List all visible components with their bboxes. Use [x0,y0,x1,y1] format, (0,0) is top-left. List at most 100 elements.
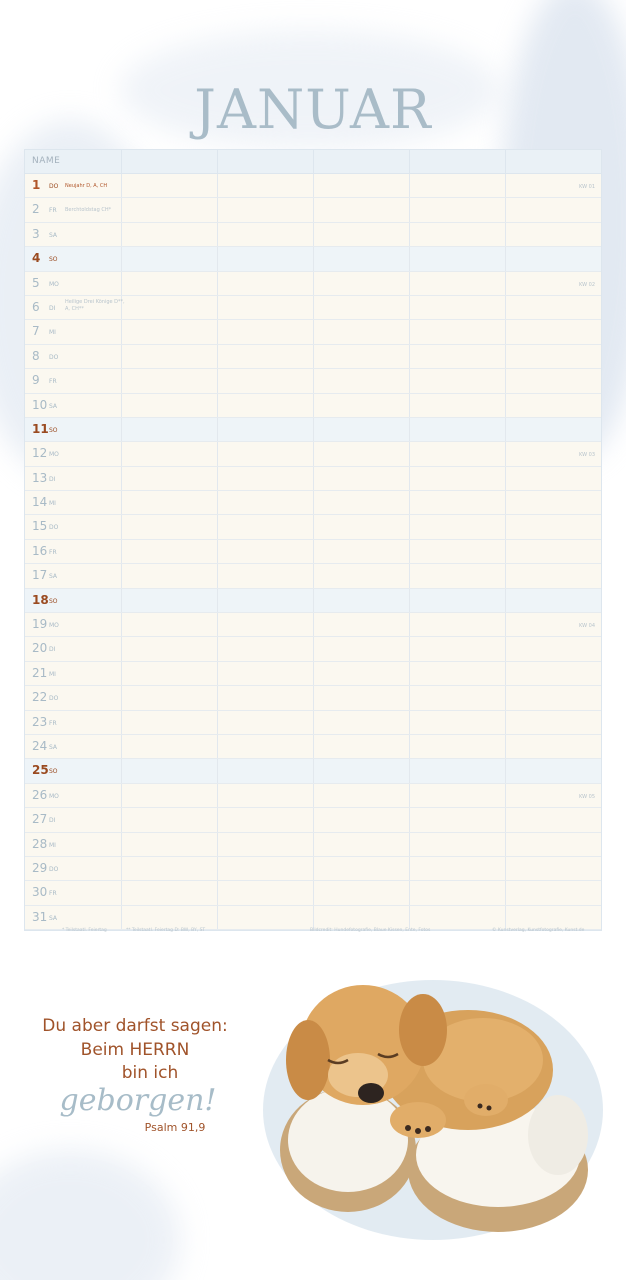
entry-cell[interactable] [313,808,409,832]
entry-cell[interactable] [217,369,313,393]
entry-cell[interactable] [217,637,313,661]
entry-cell[interactable] [409,637,505,661]
entry-cell[interactable] [505,417,601,442]
entry-cell[interactable] [217,686,313,710]
entry-cell[interactable] [313,759,409,783]
entry-cell[interactable] [217,295,313,320]
entry-cell[interactable] [217,417,313,442]
entry-cell[interactable] [409,808,505,832]
entry-cell[interactable] [409,686,505,710]
entry-cell[interactable] [121,271,217,295]
entry-cell[interactable] [409,759,505,783]
name-column[interactable] [313,150,409,173]
entry-cell[interactable] [505,247,601,271]
entry-cell[interactable] [121,344,217,369]
entry-cell[interactable] [505,808,601,832]
entry-cell[interactable] [217,271,313,295]
entry-cell[interactable] [505,686,601,710]
entry-cell[interactable] [505,710,601,734]
entry-cell[interactable] [313,466,409,491]
entry-cell[interactable] [217,198,313,222]
entry-cell[interactable] [505,856,601,881]
entry-cell[interactable] [121,393,217,417]
entry-cell[interactable] [505,198,601,222]
entry-cell[interactable] [409,247,505,271]
entry-cell[interactable] [217,710,313,734]
entry-cell[interactable] [313,539,409,564]
entry-cell[interactable] [121,247,217,271]
entry-cell[interactable] [409,832,505,856]
entry-cell[interactable] [313,295,409,320]
entry-cell[interactable] [121,539,217,564]
entry-cell[interactable] [505,222,601,247]
entry-cell[interactable] [313,613,409,637]
entry-cell[interactable] [121,856,217,881]
entry-cell[interactable] [313,856,409,881]
entry-cell[interactable] [409,198,505,222]
entry-cell[interactable] [217,905,313,930]
entry-cell[interactable] [121,808,217,832]
entry-cell[interactable] [121,174,217,198]
entry-cell[interactable] [409,710,505,734]
entry-cell[interactable] [121,222,217,247]
entry-cell[interactable] [409,393,505,417]
entry-cell[interactable] [121,442,217,466]
entry-cell[interactable] [313,661,409,686]
entry-cell[interactable] [121,198,217,222]
entry-cell[interactable] [505,491,601,515]
entry-cell[interactable] [409,661,505,686]
entry-cell[interactable] [313,393,409,417]
entry-cell[interactable] [217,856,313,881]
entry-cell[interactable] [121,515,217,539]
entry-cell[interactable] [409,783,505,808]
entry-cell[interactable] [409,320,505,344]
entry-cell[interactable] [505,734,601,759]
entry-cell[interactable] [313,198,409,222]
entry-cell[interactable] [217,344,313,369]
entry-cell[interactable] [505,588,601,613]
entry-cell[interactable] [409,515,505,539]
entry-cell[interactable] [121,637,217,661]
entry-cell[interactable] [121,710,217,734]
entry-cell[interactable] [409,588,505,613]
entry-cell[interactable] [409,442,505,466]
entry-cell[interactable] [313,222,409,247]
entry-cell[interactable] [313,491,409,515]
entry-cell[interactable] [217,588,313,613]
entry-cell[interactable] [217,783,313,808]
entry-cell[interactable] [121,320,217,344]
entry-cell[interactable] [313,832,409,856]
entry-cell[interactable] [313,710,409,734]
entry-cell[interactable] [409,222,505,247]
entry-cell[interactable] [409,734,505,759]
entry-cell[interactable] [121,759,217,783]
entry-cell[interactable] [409,564,505,588]
entry-cell[interactable] [217,564,313,588]
entry-cell[interactable] [217,466,313,491]
entry-cell[interactable] [409,881,505,905]
entry-cell[interactable] [313,369,409,393]
entry-cell[interactable] [217,808,313,832]
entry-cell[interactable] [505,515,601,539]
name-column[interactable] [409,150,505,173]
entry-cell[interactable] [505,344,601,369]
entry-cell[interactable] [217,539,313,564]
entry-cell[interactable] [121,661,217,686]
entry-cell[interactable] [121,734,217,759]
entry-cell[interactable] [313,515,409,539]
entry-cell[interactable] [313,271,409,295]
entry-cell[interactable] [313,686,409,710]
entry-cell[interactable] [217,442,313,466]
entry-cell[interactable] [505,393,601,417]
entry-cell[interactable] [121,417,217,442]
entry-cell[interactable] [409,295,505,320]
entry-cell[interactable] [409,369,505,393]
entry-cell[interactable] [313,320,409,344]
entry-cell[interactable] [505,759,601,783]
entry-cell[interactable] [121,369,217,393]
entry-cell[interactable] [505,637,601,661]
entry-cell[interactable] [505,320,601,344]
entry-cell[interactable] [313,344,409,369]
entry-cell[interactable] [121,905,217,930]
entry-cell[interactable] [505,539,601,564]
